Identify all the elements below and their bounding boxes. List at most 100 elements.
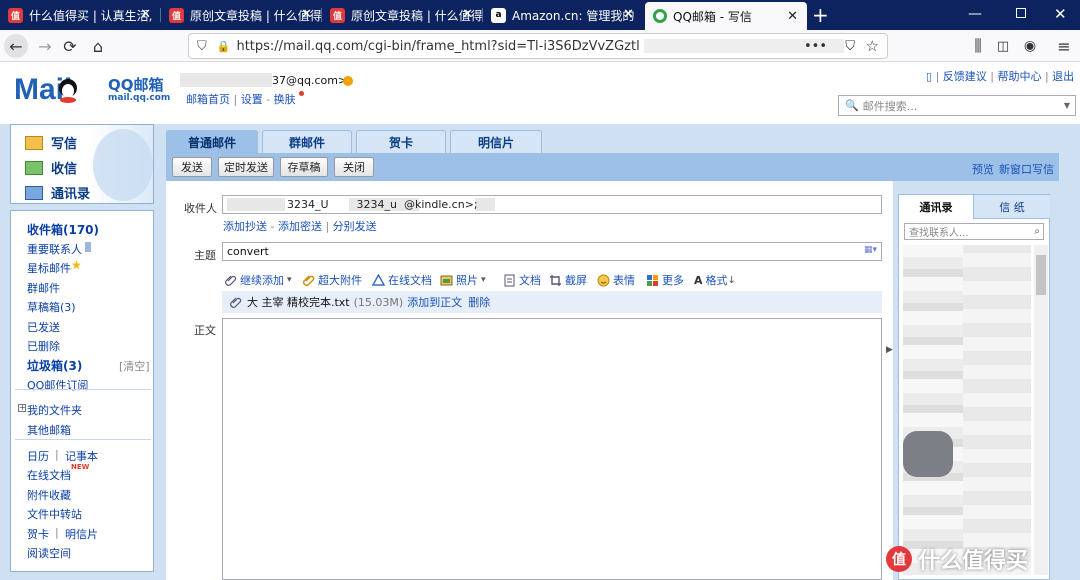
subject-style-icon[interactable]: ▦▾ — [864, 245, 877, 255]
browser-tab-active[interactable]: QQ邮箱 - 写信 ✕ — [645, 2, 807, 30]
contact-search-input[interactable]: 查找联系人... ⌕ — [904, 223, 1044, 240]
subject-input[interactable]: convert ▦▾ — [222, 242, 882, 261]
emoji-button[interactable]: 表情 — [597, 272, 635, 288]
close-tab-icon[interactable]: ✕ — [301, 7, 312, 22]
continue-add-button[interactable]: 继续添加 ▾ — [224, 272, 292, 288]
calendar-link[interactable]: 日历 — [27, 448, 49, 464]
reading-space-link[interactable]: 阅读空间 — [27, 545, 71, 561]
close-tab-icon[interactable]: ✕ — [140, 7, 151, 22]
folder-inbox[interactable]: 收件箱(170) — [27, 221, 99, 238]
contact-list-blurred[interactable] — [903, 245, 1031, 575]
photo-button[interactable]: 照片 ▾ — [440, 272, 486, 288]
new-tab-button[interactable]: + — [812, 3, 829, 27]
browser-tab-3[interactable]: 值 原创文章投稿 | 什么值得 ✕ — [322, 0, 482, 30]
more-button[interactable]: 更多 — [646, 272, 684, 288]
mail-home-link[interactable]: 邮箱首页 — [186, 93, 230, 106]
attachments-link[interactable]: 附件收藏 — [27, 487, 71, 503]
change-skin-link[interactable]: 换肤 — [274, 93, 296, 106]
tab-postcard[interactable]: 明信片 — [450, 130, 542, 153]
folder-important[interactable]: 重要联系人 — [27, 241, 82, 257]
close-tab-icon[interactable]: ✕ — [462, 7, 473, 22]
reload-icon[interactable]: ⟳ — [58, 34, 82, 58]
account-icon[interactable]: ◉ — [1018, 34, 1042, 58]
qqmail-logo[interactable]: Mail — [14, 72, 106, 106]
folder-starred[interactable]: 星标邮件 — [27, 260, 71, 276]
close-window-icon[interactable]: ✕ — [1054, 5, 1067, 23]
menu-icon[interactable]: ≡ — [1052, 34, 1076, 58]
close-button[interactable]: 关闭 — [334, 157, 374, 177]
preview-link[interactable]: 预览 — [972, 161, 994, 177]
expand-icon[interactable]: + — [18, 404, 26, 412]
folder-spam[interactable]: 垃圾箱(3) — [27, 357, 82, 374]
close-tab-icon[interactable]: ✕ — [623, 7, 634, 22]
compose-button[interactable]: 写信 — [25, 133, 77, 152]
screenshot-button[interactable]: 截屏 — [549, 272, 587, 288]
folder-other-mail[interactable]: 其他邮箱 — [27, 422, 71, 438]
restore-window-icon[interactable] — [1016, 8, 1026, 18]
bookmark-star-icon[interactable]: ☆ — [866, 37, 879, 55]
home-icon[interactable]: ⌂ — [86, 34, 110, 58]
folder-group[interactable]: 群邮件 — [27, 280, 60, 296]
contacts-button[interactable]: 通讯录 — [25, 183, 90, 202]
inbox-button[interactable]: 收信 — [25, 158, 77, 177]
close-tab-icon[interactable]: ✕ — [787, 9, 798, 24]
tab-normal-mail[interactable]: 普通邮件 — [166, 130, 258, 153]
settings-link[interactable]: 设置 — [241, 93, 263, 106]
tab-group-mail[interactable]: 群邮件 — [262, 130, 352, 153]
folder-deleted[interactable]: 已删除 — [27, 338, 60, 354]
shield-icon: ⛉ — [197, 38, 207, 54]
mobile-icon[interactable]: ▯ — [926, 70, 932, 83]
notes-link[interactable]: 记事本 — [65, 448, 98, 464]
tab-contacts[interactable]: 通讯录 — [899, 195, 973, 219]
add-bcc-link[interactable]: 添加密送 — [278, 220, 322, 233]
greeting-card-link[interactable]: 贺卡 — [27, 526, 49, 542]
tab-stationery[interactable]: 信 纸 — [973, 195, 1050, 219]
folder-sent[interactable]: 已发送 — [27, 319, 60, 335]
url-bar[interactable]: ⛉ 🔒 https://mail.qq.com/cgi-bin/frame_ht… — [188, 33, 888, 59]
chevron-down-icon[interactable]: ▾ — [287, 275, 292, 285]
url-text[interactable]: https://mail.qq.com/cgi-bin/frame_html?s… — [236, 39, 639, 54]
sidebar-icon[interactable]: ◫ — [991, 34, 1015, 58]
pocket-icon[interactable]: ⛉ — [845, 39, 855, 54]
body-editor[interactable] — [222, 318, 882, 580]
minimize-window-icon[interactable]: — — [968, 6, 982, 22]
format-button[interactable]: A 格式 ↓ — [694, 272, 736, 288]
chevron-down-icon[interactable]: ▼ — [1064, 101, 1070, 110]
clear-spam-link[interactable]: [清空] — [119, 358, 150, 374]
separate-send-link[interactable]: 分别发送 — [333, 220, 377, 233]
more-actions-icon[interactable]: ••• — [804, 39, 827, 54]
library-icon[interactable]: ⫼ — [966, 34, 990, 58]
help-link[interactable]: 帮助中心 — [997, 70, 1041, 83]
contacts-scrollbar[interactable] — [1034, 245, 1048, 575]
document-button[interactable]: 文档 — [503, 272, 541, 288]
vip-badge-icon[interactable]: · — [343, 76, 353, 86]
add-cc-link[interactable]: 添加抄送 — [223, 220, 267, 233]
postcard-link[interactable]: 明信片 — [65, 526, 98, 542]
mail-search-input[interactable]: 🔍 邮件搜索... ▼ — [838, 95, 1076, 116]
forward-icon[interactable]: → — [33, 34, 57, 58]
browser-tab-4[interactable]: a Amazon.cn: 管理我的 ✕ — [483, 0, 643, 30]
new-window-compose-link[interactable]: 新窗口写信 — [999, 161, 1054, 177]
chevron-down-icon[interactable]: ▾ — [481, 275, 486, 285]
save-draft-button[interactable]: 存草稿 — [280, 157, 328, 177]
browser-tab-1[interactable]: 值 什么值得买 | 认真生活, ✕ — [0, 0, 160, 30]
send-button[interactable]: 发送 — [172, 157, 212, 177]
online-doc-button[interactable]: 在线文档 — [372, 272, 432, 288]
file-transfer-link[interactable]: 文件中转站 — [27, 506, 82, 522]
tab-greeting-card[interactable]: 贺卡 — [356, 130, 446, 153]
browser-tab-2[interactable]: 值 原创文章投稿 | 什么值得 ✕ — [161, 0, 321, 30]
folder-subscriptions[interactable]: QQ邮件订阅 — [27, 377, 88, 393]
feedback-link[interactable]: 反馈建议 — [943, 70, 987, 83]
paperclip-icon — [230, 297, 242, 308]
folder-drafts[interactable]: 草稿箱(3) — [27, 299, 76, 315]
toggle-panel-icon[interactable]: ▶ — [886, 345, 896, 361]
schedule-send-button[interactable]: 定时发送 — [218, 157, 274, 177]
folder-my-folders[interactable]: 我的文件夹 — [27, 402, 82, 418]
online-docs-link[interactable]: 在线文档 — [27, 467, 71, 483]
add-to-body-link[interactable]: 添加到正文 — [407, 294, 462, 310]
back-icon[interactable]: ← — [4, 34, 28, 58]
logout-link[interactable]: 退出 — [1052, 70, 1074, 83]
recipients-field[interactable]: 3234_U 3234_u @kindle.cn>; — [222, 195, 882, 214]
delete-attachment-link[interactable]: 删除 — [468, 294, 490, 310]
large-attachment-button[interactable]: 超大附件 — [302, 272, 362, 288]
